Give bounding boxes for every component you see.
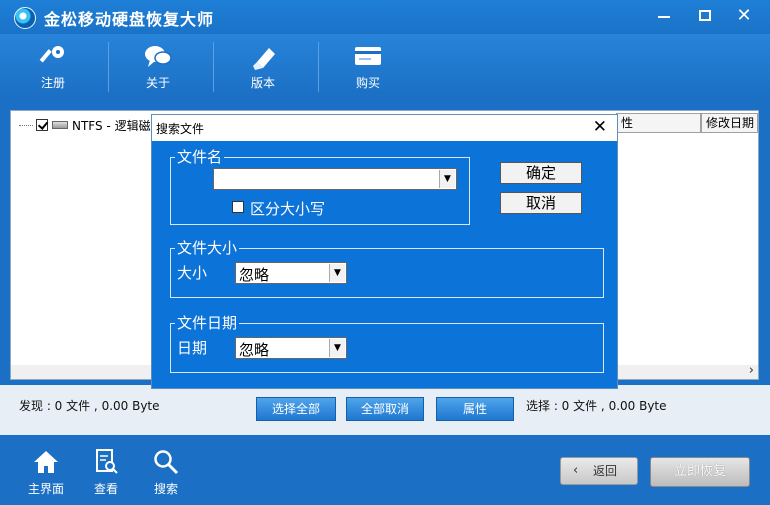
dialog-title: 搜索文件 <box>156 122 205 136</box>
filename-combobox[interactable]: ▼ <box>213 168 457 190</box>
minimize-icon <box>658 16 670 18</box>
column-header-attribute[interactable]: 性 <box>616 113 701 133</box>
main-toolbar: 注册 关于 版本 购买 <box>0 34 770 98</box>
drive-icon <box>52 121 68 129</box>
ok-button[interactable]: 确定 <box>500 162 582 184</box>
magnifier-icon <box>154 450 179 475</box>
date-value: 忽略 <box>239 341 270 359</box>
deselect-all-button[interactable]: 全部取消 <box>346 397 424 421</box>
tag-icon <box>253 48 275 70</box>
search-nav-button[interactable]: 搜索 <box>136 447 196 497</box>
maximize-button[interactable] <box>683 0 727 32</box>
filedate-group-label: 文件日期 <box>175 314 240 332</box>
date-select[interactable]: 忽略 ▼ <box>235 337 347 359</box>
date-label: 日期 <box>177 339 208 357</box>
chevron-down-icon[interactable]: ▼ <box>329 264 345 282</box>
about-button[interactable]: 关于 <box>108 34 208 98</box>
case-sensitive-checkbox[interactable] <box>232 201 244 213</box>
view-nav-label: 查看 <box>93 482 118 496</box>
document-search-icon <box>96 449 118 474</box>
tree-item-checkbox[interactable] <box>36 119 48 131</box>
tree-item-ntfs[interactable]: NTFS - 逻辑磁盘 <box>19 117 163 133</box>
app-title: 金松移动硬盘恢复大师 <box>44 10 215 29</box>
version-label: 版本 <box>250 76 275 90</box>
app-logo-icon <box>14 7 36 29</box>
buy-button[interactable]: 购买 <box>318 34 418 98</box>
size-label: 大小 <box>177 264 208 282</box>
home-icon <box>34 451 58 473</box>
search-file-dialog: 搜索文件 ✕ 文件名 ▼ 区分大小写 确定 取消 文件大小 大小 忽略 ▼ 文件… <box>151 114 618 389</box>
dialog-title-bar: 搜索文件 ✕ <box>152 115 617 141</box>
card-icon <box>355 47 381 65</box>
key-icon <box>39 46 64 63</box>
home-nav-label: 主界面 <box>27 482 64 496</box>
about-label: 关于 <box>145 76 170 90</box>
dialog-close-button[interactable]: ✕ <box>593 117 607 137</box>
home-nav-button[interactable]: 主界面 <box>16 447 76 497</box>
view-nav-button[interactable]: 查看 <box>76 447 136 497</box>
size-select[interactable]: 忽略 ▼ <box>235 262 347 284</box>
case-sensitive-label: 区分大小写 <box>250 200 326 218</box>
chevron-down-icon[interactable]: ▼ <box>329 339 345 357</box>
filesize-group: 文件大小 大小 忽略 ▼ <box>170 239 604 298</box>
minimize-button[interactable] <box>642 0 686 32</box>
tree-connector <box>19 124 33 126</box>
tree-item-label: NTFS - 逻辑磁盘 <box>72 118 163 133</box>
chat-bubble-icon <box>145 46 172 67</box>
cancel-button[interactable]: 取消 <box>500 192 582 214</box>
back-label: 返回 <box>593 464 618 478</box>
buy-label: 购买 <box>355 76 380 90</box>
search-nav-label: 搜索 <box>153 482 178 496</box>
register-label: 注册 <box>40 76 65 90</box>
found-count: 发现 : 0 文件 , 0.00 Byte <box>19 399 160 413</box>
chevron-down-icon[interactable]: ▼ <box>439 170 455 188</box>
version-button[interactable]: 版本 <box>213 34 313 98</box>
recover-now-button[interactable]: 立即恢复 <box>650 457 750 487</box>
filesize-group-label: 文件大小 <box>175 239 240 257</box>
back-button[interactable]: ‹ 返回 <box>560 457 638 485</box>
status-bar: 发现 : 0 文件 , 0.00 Byte 选择全部 全部取消 属性 选择 : … <box>0 385 770 435</box>
bottom-nav-bar: 主界面 查看 搜索 ‹ 返回 立即恢复 <box>0 437 770 505</box>
register-button[interactable]: 注册 <box>3 34 103 98</box>
title-bar: 金松移动硬盘恢复大师 ✕ <box>0 0 770 34</box>
select-all-button[interactable]: 选择全部 <box>256 397 336 421</box>
maximize-icon <box>699 10 711 21</box>
filedate-group: 文件日期 日期 忽略 ▼ <box>170 314 604 373</box>
properties-button[interactable]: 属性 <box>436 397 514 421</box>
filename-group: 文件名 ▼ 区分大小写 <box>170 148 470 225</box>
filename-group-label: 文件名 <box>175 148 225 166</box>
column-header-modified-date[interactable]: 修改日期 <box>701 113 758 133</box>
size-value: 忽略 <box>239 266 270 284</box>
scroll-right-icon[interactable]: › <box>749 363 754 378</box>
close-button[interactable]: ✕ <box>722 0 766 32</box>
selected-count: 选择 : 0 文件 , 0.00 Byte <box>526 399 667 413</box>
chevron-left-icon: ‹ <box>573 463 579 478</box>
